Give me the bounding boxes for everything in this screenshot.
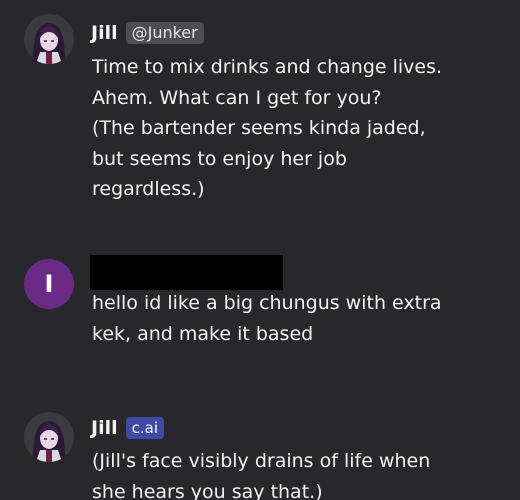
character-avatar-icon[interactable] (24, 412, 74, 462)
message-line: regardless.) (92, 178, 205, 200)
message-line: (Jill's face visibly drains of life when (92, 450, 431, 472)
character-portrait-icon (24, 412, 74, 462)
message-header: Jill c.ai (91, 415, 164, 441)
author-name[interactable]: Jill (91, 417, 118, 439)
message-line: (The bartender seems kinda jaded, (92, 117, 426, 139)
message-line: kek, and make it based (92, 322, 314, 345)
message-body: Time to mix drinks and change lives. Ahe… (92, 52, 510, 205)
message-body: hello id like a big chungus with extra k… (92, 288, 510, 349)
redacted-username (90, 255, 283, 290)
message-line: hello id like a big chungus with extra (92, 292, 442, 314)
creator-handle-badge[interactable]: @Junker (125, 22, 204, 44)
character-avatar-icon[interactable] (24, 14, 74, 64)
message-body: (Jill's face visibly drains of life when… (92, 446, 510, 500)
user-avatar[interactable]: I (24, 259, 74, 309)
cai-badge: c.ai (125, 417, 164, 439)
message-header: Jill @Junker (91, 20, 204, 46)
message-line: she hears you say that.) (92, 480, 323, 500)
character-portrait-icon (24, 14, 74, 64)
author-name[interactable]: Jill (91, 22, 118, 44)
message-line: but seems to enjoy her job (92, 147, 347, 170)
message-line: Time to mix drinks and change lives. (92, 56, 443, 78)
message-line: Ahem. What can I get for you? (92, 86, 382, 109)
